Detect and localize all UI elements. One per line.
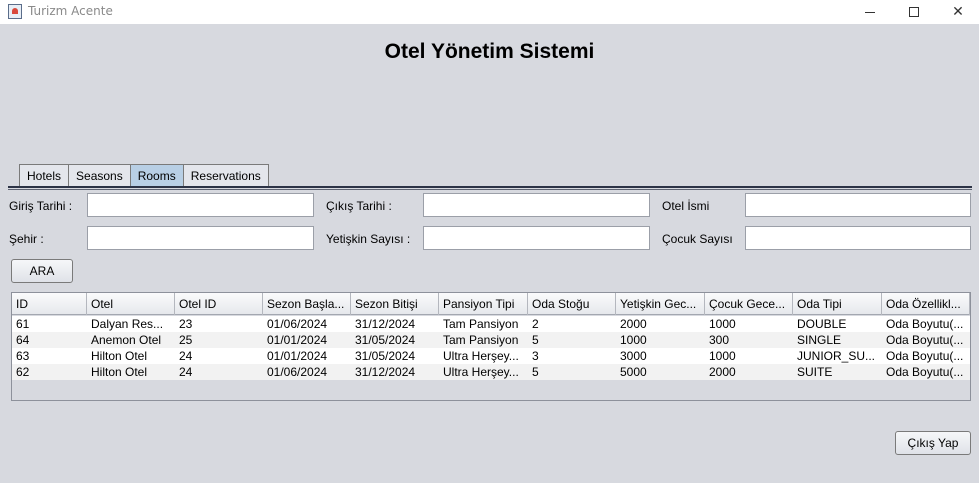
cell-season-end: 31/05/2024 <box>355 333 416 347</box>
cell-room-type: DOUBLE <box>797 317 847 331</box>
cell-id: 61 <box>16 317 30 331</box>
cell-room-features: Oda Boyutu(... <box>886 317 964 331</box>
column-header-adult-price[interactable]: Yetişkin Gec... <box>616 293 705 315</box>
column-header-room-features[interactable]: Oda Özellikl... <box>882 293 970 315</box>
cell-id: 63 <box>16 349 30 363</box>
close-icon: ✕ <box>952 4 964 20</box>
cell-child-price: 1000 <box>709 349 736 363</box>
cell-room-features: Oda Boyutu(... <box>886 349 964 363</box>
cell-room-features: Oda Boyutu(... <box>886 365 964 379</box>
cell-id: 62 <box>16 365 30 379</box>
cell-board-type: Ultra Herşey... <box>443 365 519 379</box>
hotel-name-field[interactable] <box>745 193 971 217</box>
table-row[interactable]: 62 Hilton Otel 24 01/06/2024 31/12/2024 … <box>12 364 970 380</box>
tab-seasons[interactable]: Seasons <box>68 164 131 186</box>
column-header-hotel-id[interactable]: Otel ID <box>175 293 263 315</box>
cell-hotel: Hilton Otel <box>91 365 148 379</box>
cell-child-price: 300 <box>709 333 730 347</box>
cell-hotel-id: 24 <box>179 365 193 379</box>
cell-board-type: Tam Pansiyon <box>443 333 519 347</box>
window-title: Turizm Acente <box>28 4 113 18</box>
cell-adult-price: 3000 <box>620 349 647 363</box>
checkin-date-field[interactable] <box>87 193 314 217</box>
tab-rooms[interactable]: Rooms <box>129 164 184 186</box>
cell-hotel: Anemon Otel <box>91 333 162 347</box>
city-field[interactable] <box>87 226 314 250</box>
cell-season-end: 31/05/2024 <box>355 349 416 363</box>
cell-child-price: 2000 <box>709 365 736 379</box>
column-header-hotel[interactable]: Otel <box>87 293 175 315</box>
cell-adult-price: 1000 <box>620 333 647 347</box>
column-header-id[interactable]: ID <box>12 293 87 315</box>
table-row[interactable]: 61 Dalyan Res... 23 01/06/2024 31/12/202… <box>12 316 970 332</box>
tab-reservations[interactable]: Reservations <box>182 164 269 186</box>
table-row[interactable]: 63 Hilton Otel 24 01/01/2024 31/05/2024 … <box>12 348 970 364</box>
tab-divider-shadow <box>8 189 972 190</box>
java-app-icon <box>8 4 22 19</box>
cell-room-type: SUITE <box>797 365 833 379</box>
minimize-icon <box>865 11 875 13</box>
column-header-board-type[interactable]: Pansiyon Tipi <box>439 293 528 315</box>
tab-divider <box>8 186 972 188</box>
cell-id: 64 <box>16 333 30 347</box>
maximize-button[interactable] <box>891 0 937 24</box>
cell-season-start: 01/06/2024 <box>267 317 328 331</box>
cell-season-start: 01/06/2024 <box>267 365 328 379</box>
tab-hotels[interactable]: Hotels <box>19 164 70 186</box>
page-title: Otel Yönetim Sistemi <box>384 40 595 63</box>
rooms-table: ID Otel Otel ID Sezon Başla... Sezon Bit… <box>11 292 971 401</box>
cell-child-price: 1000 <box>709 317 736 331</box>
table-row[interactable]: 64 Anemon Otel 25 01/01/2024 31/05/2024 … <box>12 332 970 348</box>
city-label: Şehir : <box>9 232 44 246</box>
cell-adult-price: 2000 <box>620 317 647 331</box>
table-body: 61 Dalyan Res... 23 01/06/2024 31/12/202… <box>12 316 970 380</box>
tab-bar: Hotels Seasons Rooms Reservations <box>19 164 269 186</box>
cell-season-end: 31/12/2024 <box>355 365 416 379</box>
column-header-child-price[interactable]: Çocuk Gece... <box>705 293 793 315</box>
cell-room-stock: 5 <box>532 365 539 379</box>
checkin-label: Giriş Tarihi : <box>9 199 73 213</box>
cell-season-start: 01/01/2024 <box>267 349 328 363</box>
child-count-label: Çocuk Sayısı <box>662 232 733 246</box>
cell-hotel: Hilton Otel <box>91 349 148 363</box>
cell-room-type: SINGLE <box>797 333 842 347</box>
cell-room-features: Oda Boyutu(... <box>886 333 964 347</box>
column-header-season-end[interactable]: Sezon Bitişi <box>351 293 439 315</box>
cell-hotel-id: 23 <box>179 317 193 331</box>
cell-room-stock: 2 <box>532 317 539 331</box>
column-header-room-stock[interactable]: Oda Stoğu <box>528 293 616 315</box>
cell-board-type: Tam Pansiyon <box>443 317 519 331</box>
hotel-name-label: Otel İsmi <box>662 199 710 213</box>
checkout-label: Çıkış Tarihi : <box>326 199 392 213</box>
cell-hotel-id: 24 <box>179 349 193 363</box>
minimize-button[interactable] <box>847 0 893 24</box>
cell-room-stock: 5 <box>532 333 539 347</box>
adult-count-label: Yetişkin Sayısı : <box>326 232 411 246</box>
cell-room-stock: 3 <box>532 349 539 363</box>
table-header: ID Otel Otel ID Sezon Başla... Sezon Bit… <box>12 293 970 315</box>
search-button[interactable]: ARA <box>11 259 73 283</box>
cell-hotel-id: 25 <box>179 333 193 347</box>
cell-hotel: Dalyan Res... <box>91 317 164 331</box>
close-button[interactable]: ✕ <box>935 0 979 24</box>
checkout-date-field[interactable] <box>423 193 650 217</box>
logout-button[interactable]: Çıkış Yap <box>895 431 971 455</box>
maximize-icon <box>909 7 919 17</box>
column-header-room-type[interactable]: Oda Tipi <box>793 293 882 315</box>
cell-adult-price: 5000 <box>620 365 647 379</box>
child-count-field[interactable] <box>745 226 971 250</box>
cell-board-type: Ultra Herşey... <box>443 349 519 363</box>
cell-season-start: 01/01/2024 <box>267 333 328 347</box>
window-titlebar: Turizm Acente ✕ <box>0 0 979 24</box>
cell-room-type: JUNIOR_SU... <box>797 349 876 363</box>
column-header-season-start[interactable]: Sezon Başla... <box>263 293 351 315</box>
adult-count-field[interactable] <box>423 226 650 250</box>
cell-season-end: 31/12/2024 <box>355 317 416 331</box>
